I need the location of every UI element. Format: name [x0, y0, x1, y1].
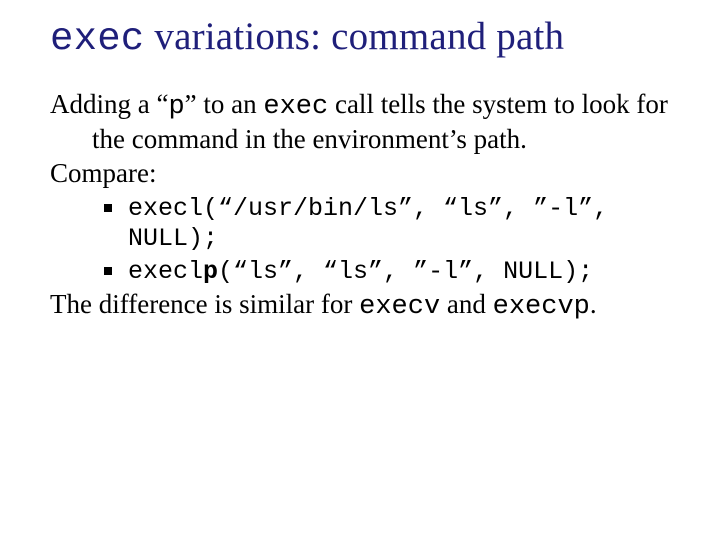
inline-code: execv [359, 292, 440, 322]
code-line-pre: execl [128, 257, 203, 286]
slide: exec variations: command path Adding a “… [0, 0, 720, 540]
code-line-bold: p [203, 257, 218, 286]
slide-title: exec variations: command path [50, 14, 670, 61]
inline-code: execvp [493, 292, 590, 322]
text: ” to an [185, 89, 264, 119]
list-item: execlp(“ls”, “ls”, ”-l”, NULL); [100, 257, 670, 288]
para-intro: Adding a “p” to an exec call tells the s… [50, 89, 670, 156]
title-rest: variations: command path [144, 15, 564, 58]
text: Adding a “ [50, 89, 168, 119]
code-line: execl(“/usr/bin/ls”, “ls”, ”-l”, NULL); [128, 194, 608, 254]
list-item: execl(“/usr/bin/ls”, “ls”, ”-l”, NULL); [100, 194, 670, 255]
code-line-post: (“ls”, “ls”, ”-l”, NULL); [218, 257, 593, 286]
text: and [440, 289, 492, 319]
para-outro: The difference is similar for execv and … [50, 289, 670, 324]
compare-label: Compare: [50, 158, 670, 190]
text: The difference is similar for [50, 289, 359, 319]
inline-code: exec [263, 92, 328, 122]
inline-code: p [168, 92, 184, 122]
text: . [590, 289, 597, 319]
code-list: execl(“/usr/bin/ls”, “ls”, ”-l”, NULL); … [50, 194, 670, 288]
title-code: exec [50, 17, 144, 61]
slide-body: Adding a “p” to an exec call tells the s… [50, 89, 670, 324]
